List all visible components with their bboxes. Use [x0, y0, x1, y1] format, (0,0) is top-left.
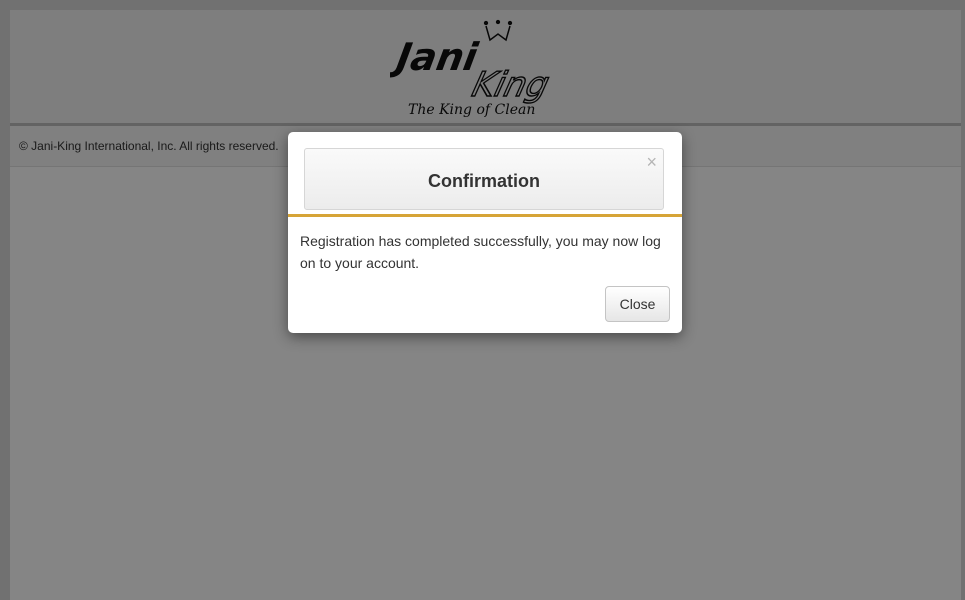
dialog-title: Confirmation	[428, 171, 540, 191]
confirmation-dialog: Confirmation × Registration has complete…	[288, 132, 682, 333]
close-icon[interactable]: ×	[646, 153, 657, 171]
dialog-header: Confirmation ×	[304, 148, 664, 210]
close-button[interactable]: Close	[605, 286, 670, 322]
header-divider	[288, 214, 682, 217]
dialog-message: Registration has completed successfully,…	[300, 233, 661, 271]
